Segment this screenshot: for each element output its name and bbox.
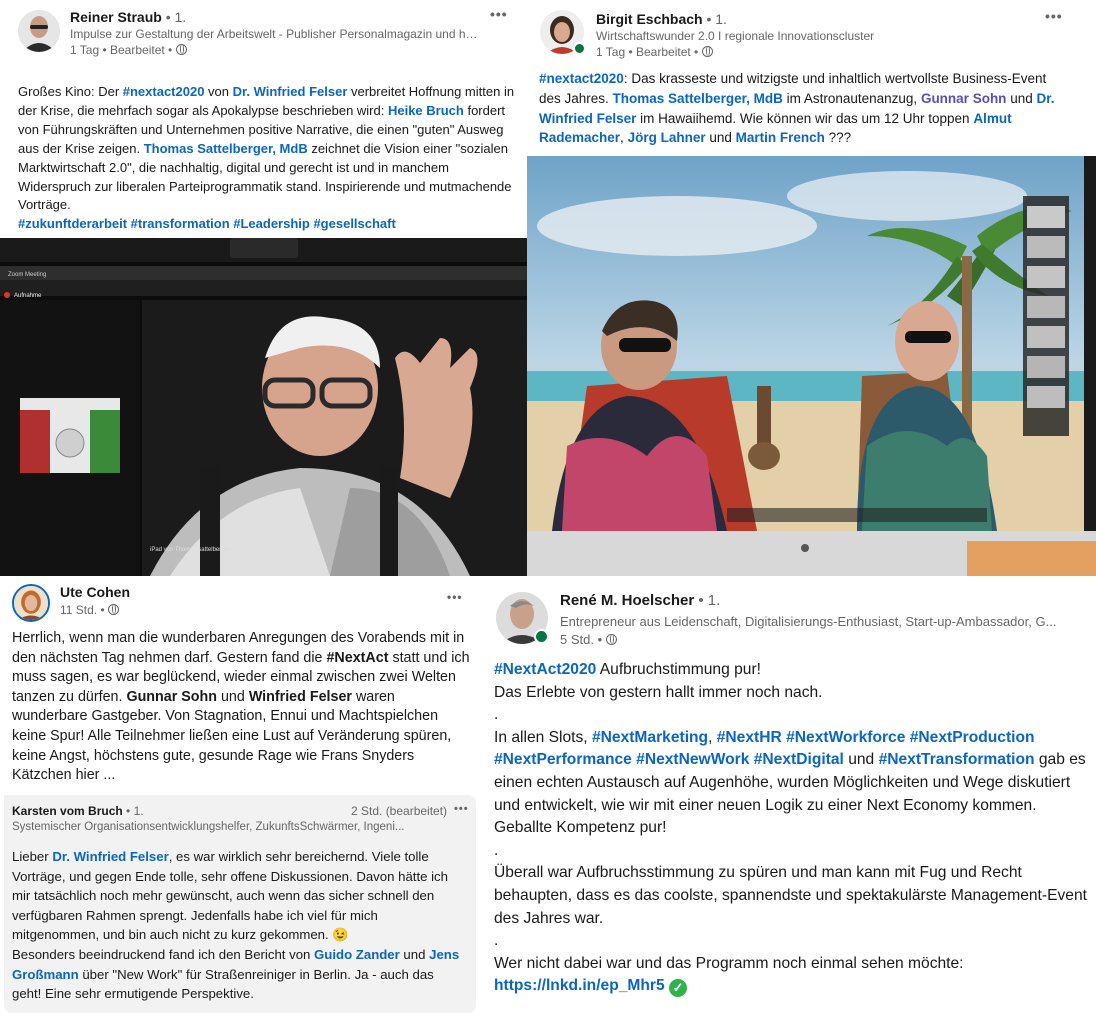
mention-gunnar-sohn[interactable]: Gunnar Sohn [921,91,1007,106]
comment-time: 2 Std. (bearbeitet) [351,804,448,818]
hashtag-nextact[interactable]: #NextAct [326,650,388,666]
post-meta: 11 Std. • [60,603,120,617]
hashtag-nextperformance[interactable]: #NextPerformance [494,751,632,768]
author-name[interactable]: Reiner Straub • 1. [70,9,186,25]
globe-icon [175,44,187,55]
comment-more-options-button[interactable]: ••• [454,803,469,815]
avatar[interactable] [12,584,50,622]
ipad-label: iPad von Thomas sattelberger [150,547,230,553]
post-ute-cohen: Ute Cohen 11 Std. • ••• Herrlich, wenn m… [0,576,480,1013]
comment-author-headline: Systemischer Organisationsentwicklungshe… [12,821,405,833]
comment-karsten-vom-bruch: Karsten vom Bruch • 1. 2 Std. (bearbeite… [4,795,476,1013]
mention-winfried-felser[interactable]: Dr. Winfried Felser [233,84,348,99]
zoom-meeting-label: Zoom Meeting [8,272,46,278]
mention-guido-zander[interactable]: Guido Zander [314,947,400,962]
post-birgit-eschbach: Birgit Eschbach • 1. Wirtschaftswunder 2… [527,0,1096,576]
check-icon: ✓ [669,979,688,998]
mention-joerg-lahner[interactable]: Jörg Lahner [628,130,706,145]
hashtag-nextproduction[interactable]: #NextProduction [910,729,1035,746]
connection-degree: • 1. [706,11,727,27]
mention-gunnar-sohn[interactable]: Gunnar Sohn [126,689,217,705]
connection-degree: • 1. [698,592,721,609]
mention-thomas-sattelberger[interactable]: Thomas Sattelberger, MdB [144,141,308,156]
globe-icon [605,634,617,645]
post-body: Herrlich, wenn man die wunderbaren Anreg… [12,630,470,784]
hashtag-nextmarketing[interactable]: #NextMarketing [592,729,708,746]
post-body: #nextact2020: Das krasseste und witzigst… [539,71,1055,146]
recording-label: Aufnahme [14,293,42,299]
hashtag-nextact2020[interactable]: #nextact2020 [539,71,624,86]
more-options-button[interactable]: ••• [1045,8,1063,24]
author-headline: Wirtschaftswunder 2.0 I regionale Innova… [596,29,875,43]
program-link[interactable]: https://lnkd.in/ep_Mhr5 [494,977,665,994]
mention-heike-bruch[interactable]: Heike Bruch [388,103,464,118]
author-name[interactable]: Birgit Eschbach • 1. [596,11,727,27]
connection-degree: • 1. [126,804,144,818]
hashtag-nexthr[interactable]: #NextHR [717,729,782,746]
globe-icon [108,604,120,615]
hashtag-nextnewwork[interactable]: #NextNewWork [636,751,749,768]
connection-degree: • 1. [165,9,187,25]
online-status-icon [534,629,549,644]
post-image-beach-zoom[interactable] [527,156,1096,576]
mention-thomas-sattelberger[interactable]: Thomas Sattelberger, MdB [613,91,783,106]
post-body: #NextAct2020 Aufbruchstimmung pur! Das E… [494,661,1087,998]
mention-martin-french[interactable]: Martin French [736,130,825,145]
author-headline: Impulse zur Gestaltung der Arbeitswelt -… [70,27,482,41]
globe-icon [701,46,713,57]
hashtag-list[interactable]: #zukunftderarbeit #transformation #Leade… [18,216,396,231]
hashtag-nextact2020[interactable]: #nextact2020 [123,84,205,99]
post-meta: 5 Std. • [560,632,617,647]
hashtag-nexttransformation[interactable]: #NextTransformation [879,751,1035,768]
post-body: Großes Kino: Der #nextact2020 von Dr. Wi… [18,84,515,232]
author-headline: Entrepreneur aus Leidenschaft, Digitalis… [560,614,1057,629]
more-options-button[interactable]: ••• [490,6,508,22]
hashtag-nextdigital[interactable]: #NextDigital [754,751,844,768]
author-name[interactable]: René M. Hoelscher • 1. [560,592,720,609]
post-meta: 1 Tag • Bearbeitet • [70,43,187,57]
comment-body: Lieber Dr. Winfried Felser, es war wirkl… [12,849,460,1002]
comment-author-name[interactable]: Karsten vom Bruch • 1. [12,804,144,818]
avatar[interactable] [18,10,60,52]
post-reiner-straub: Reiner Straub • 1. Impulse zur Gestaltun… [0,0,527,576]
author-name[interactable]: Ute Cohen [60,584,130,600]
hashtag-nextworkforce[interactable]: #NextWorkforce [786,729,905,746]
mention-winfried-felser[interactable]: Dr. Winfried Felser [52,849,168,864]
online-status-icon [573,42,586,55]
mention-winfried-felser[interactable]: Winfried Felser [249,689,352,705]
post-image-zoom-call[interactable]: iPad von Thomas sattelberger Zoom Meetin… [0,238,527,576]
hashtag-nextact2020[interactable]: #NextAct2020 [494,661,596,678]
more-options-button[interactable]: ••• [447,590,463,604]
post-meta: 1 Tag • Bearbeitet • [596,45,713,59]
post-rene-hoelscher: René M. Hoelscher • 1. Entrepreneur aus … [480,576,1096,1013]
wink-emoji: 😉 [332,927,349,943]
